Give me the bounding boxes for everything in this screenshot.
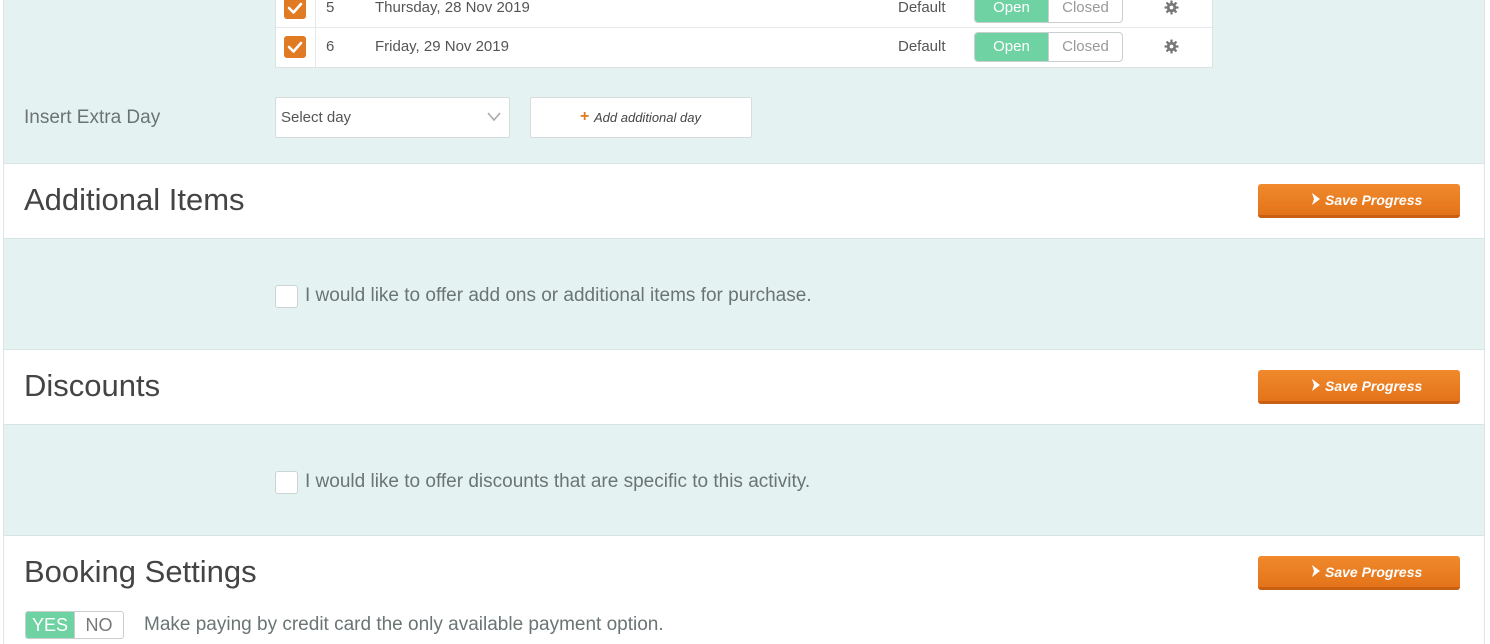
open-option[interactable]: Open <box>975 0 1048 22</box>
day-template: Default <box>898 38 946 55</box>
add-additional-day-label: Add additional day <box>594 110 701 125</box>
insert-extra-day-label: Insert Extra Day <box>24 107 161 128</box>
yes-option[interactable]: YES <box>26 612 74 638</box>
select-day-dropdown[interactable]: Select day <box>275 97 510 138</box>
day-6-checkbox[interactable] <box>284 36 306 58</box>
save-progress-label: Save Progress <box>1325 378 1423 394</box>
table-row: 6 Friday, 29 Nov 2019 Default Open Close… <box>276 28 1212 67</box>
open-option[interactable]: Open <box>975 33 1048 61</box>
checkmark-icon <box>287 41 303 53</box>
open-closed-toggle: Open Closed <box>974 32 1123 62</box>
add-additional-day-button[interactable]: + Add additional day <box>530 97 752 138</box>
discounts-body: I would like to offer discounts that are… <box>4 425 1484 536</box>
day-5-checkbox[interactable] <box>284 0 306 19</box>
offer-addons-label: I would like to offer add ons or additio… <box>305 285 812 306</box>
chevron-down-icon <box>487 112 501 122</box>
gear-icon[interactable] <box>1164 39 1179 54</box>
save-progress-button[interactable]: Save Progress <box>1258 184 1460 218</box>
save-progress-button[interactable]: Save Progress <box>1258 556 1460 590</box>
select-day-value: Select day <box>281 109 352 126</box>
days-table: 5 Thursday, 28 Nov 2019 Default Open Clo… <box>275 0 1213 68</box>
save-progress-label: Save Progress <box>1325 564 1423 580</box>
plus-icon: + <box>580 108 590 125</box>
closed-option[interactable]: Closed <box>1048 33 1122 61</box>
offer-discounts-checkbox[interactable] <box>275 471 298 494</box>
day-template: Default <box>898 0 946 16</box>
day-date: Friday, 29 Nov 2019 <box>375 38 509 55</box>
arrow-right-icon <box>1312 565 1320 577</box>
day-date: Thursday, 28 Nov 2019 <box>375 0 530 16</box>
arrow-right-icon <box>1312 379 1320 391</box>
checkmark-icon <box>287 2 303 14</box>
no-option[interactable]: NO <box>74 612 123 638</box>
credit-card-only-toggle: YES NO <box>25 611 124 639</box>
activity-setup-page: 5 Thursday, 28 Nov 2019 Default Open Clo… <box>0 0 1490 644</box>
day-number: 5 <box>326 0 335 16</box>
discounts-title: Discounts <box>24 368 161 403</box>
additional-items-body: I would like to offer add ons or additio… <box>4 239 1484 350</box>
arrow-right-icon <box>1312 193 1320 205</box>
day-number: 6 <box>326 38 335 55</box>
open-closed-toggle: Open Closed <box>974 0 1123 23</box>
offer-discounts-label: I would like to offer discounts that are… <box>305 471 811 492</box>
save-progress-label: Save Progress <box>1325 192 1423 208</box>
closed-option[interactable]: Closed <box>1048 0 1122 22</box>
additional-items-title: Additional Items <box>24 182 245 217</box>
offer-addons-checkbox[interactable] <box>275 285 298 308</box>
save-progress-button[interactable]: Save Progress <box>1258 370 1460 404</box>
table-row: 5 Thursday, 28 Nov 2019 Default Open Clo… <box>276 0 1212 28</box>
credit-card-only-label: Make paying by credit card the only avai… <box>144 614 664 635</box>
booking-settings-title: Booking Settings <box>24 554 257 589</box>
gear-icon[interactable] <box>1164 0 1179 15</box>
